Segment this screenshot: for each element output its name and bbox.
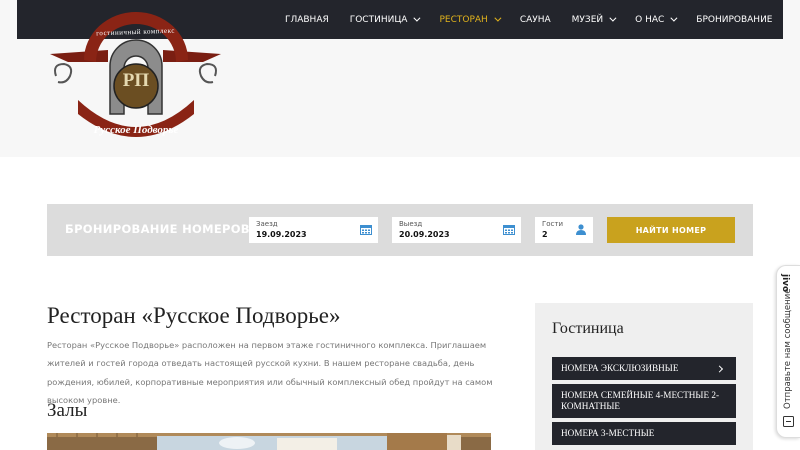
chevron-down-icon (494, 14, 502, 22)
nav-item-label: ГЛАВНАЯ (284, 14, 329, 25)
booking-bar: БРОНИРОВАНИЕ НОМЕРОВ Заезд 19.09.2023 Вы… (47, 204, 753, 256)
find-room-button[interactable]: НАЙТИ НОМЕР (607, 217, 735, 243)
checkout-field[interactable]: Выезд 20.09.2023 (392, 217, 521, 243)
logo-monogram: РП (122, 70, 150, 91)
nav-item-label: РЕСТОРАН (439, 14, 488, 25)
sidebar-title: Гостиница (552, 320, 624, 337)
sidebar-item-exclusive-rooms[interactable]: НОМЕРА ЭКСКЛЮЗИВНЫЕ (552, 357, 736, 380)
main-nav: ГЛАВНАЯ ГОСТИНИЦА РЕСТОРАН САУНА МУЗЕЙ О… (274, 0, 783, 39)
user-icon (576, 224, 586, 235)
chevron-right-icon (715, 364, 724, 373)
calendar-icon (360, 225, 372, 235)
nav-item-label: САУНА (519, 14, 551, 25)
nav-item-label: О НАС (635, 14, 665, 25)
logo-bottom-text: Русское Подворье (93, 124, 179, 136)
nav-item-label: МУЗЕЙ (571, 14, 604, 25)
nav-item-booking[interactable]: БРОНИРОВАНИЕ (686, 15, 783, 25)
restaurant-hall-photo (47, 433, 491, 450)
nav-item-home[interactable]: ГЛАВНАЯ (274, 15, 339, 25)
checkout-label: Выезд (399, 220, 423, 228)
nav-item-restaurant[interactable]: РЕСТОРАН (429, 15, 509, 25)
page-title: Ресторан «Русское Подворье» (47, 303, 341, 328)
hall-photo-image (47, 433, 491, 450)
nav-item-hotel[interactable]: ГОСТИНИЦА (339, 15, 429, 25)
calendar-icon (503, 225, 515, 235)
halls-heading: Залы (47, 400, 88, 421)
intro-paragraph: Ресторан «Русское Подворье» расположен н… (47, 340, 493, 405)
checkin-value[interactable]: 19.09.2023 (256, 230, 307, 239)
sidebar-item-label: НОМЕРА СЕМЕЙНЫЕ 4-МЕСТНЫЕ 2-КОМНАТНЫЕ (561, 390, 720, 411)
nav-item-label: БРОНИРОВАНИЕ (696, 14, 773, 25)
guests-value[interactable]: 2 (542, 230, 548, 239)
chevron-down-icon (670, 14, 678, 22)
checkin-label: Заезд (256, 220, 278, 228)
chevron-down-icon (609, 14, 617, 22)
sidebar-item-label: НОМЕРА ЭКСКЛЮЗИВНЫЕ (561, 363, 679, 373)
sidebar-item-label: НОМЕРА 3-МЕСТНЫЕ (561, 428, 655, 438)
chevron-down-icon (413, 14, 421, 22)
checkin-field[interactable]: Заезд 19.09.2023 (249, 217, 378, 243)
checkout-value[interactable]: 20.09.2023 (399, 230, 450, 239)
site-logo[interactable]: гостиничный комплекс РП Русское Подворье (48, 4, 223, 147)
sidebar-item-family-rooms[interactable]: НОМЕРА СЕМЕЙНЫЕ 4-МЕСТНЫЕ 2-КОМНАТНЫЕ (552, 384, 736, 418)
chat-widget-tab[interactable]: jivo Отправьте нам сообщение (776, 265, 800, 438)
nav-item-about[interactable]: О НАС (625, 15, 686, 25)
sidebar-item-triple-rooms[interactable]: НОМЕРА 3-МЕСТНЫЕ (552, 422, 736, 445)
chat-message-icon (783, 416, 794, 427)
nav-item-museum[interactable]: МУЗЕЙ (561, 15, 624, 25)
booking-title: БРОНИРОВАНИЕ НОМЕРОВ (65, 222, 250, 236)
nav-item-label: ГОСТИНИЦА (349, 14, 408, 25)
guests-label: Гости (542, 220, 564, 228)
guests-field[interactable]: Гости 2 (535, 217, 593, 243)
chat-widget-label: Отправьте нам сообщение (783, 288, 793, 409)
nav-item-sauna[interactable]: САУНА (509, 15, 561, 25)
sidebar: Гостиница НОМЕРА ЭКСКЛЮЗИВНЫЕ НОМЕРА СЕМ… (535, 303, 753, 450)
